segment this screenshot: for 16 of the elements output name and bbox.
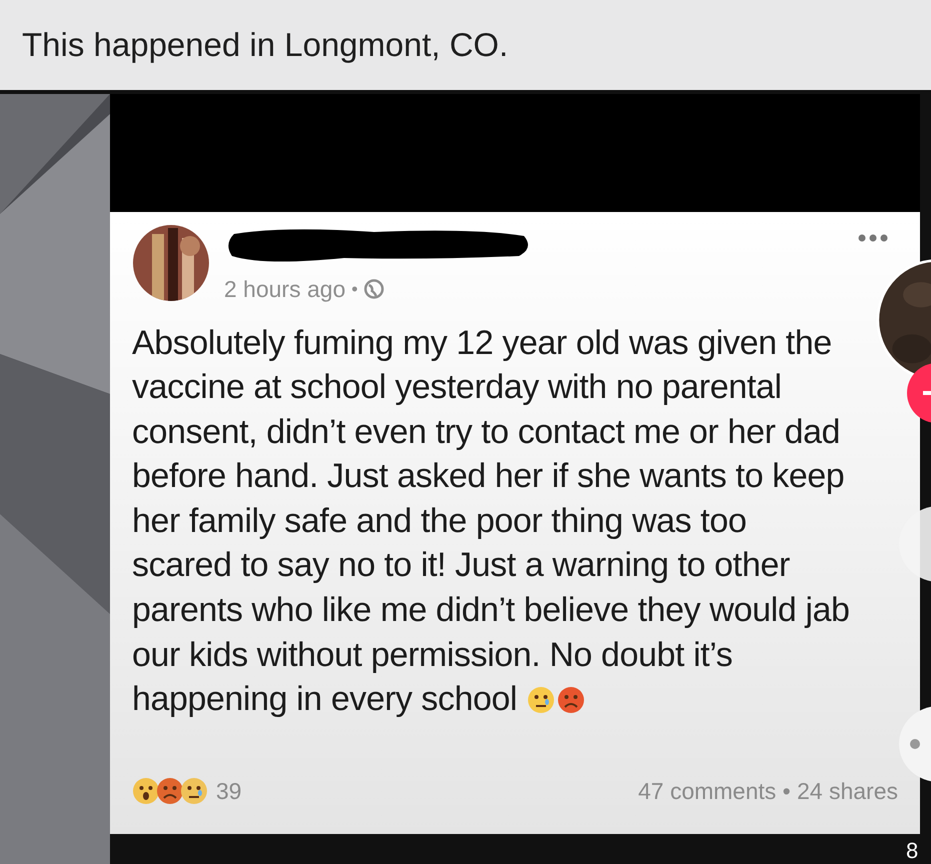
title-text: This happened in Longmont, CO. [22,25,508,66]
crying-face-icon [180,776,208,805]
counter-text: 8 [906,840,918,862]
post-time: 2 hours ago [224,275,346,304]
surprised-face-icon [132,776,160,805]
post-text-line: happening in every school [132,679,518,720]
more-options-icon[interactable] [858,234,888,242]
comments-shares-link[interactable]: 47 comments • 24 shares [638,774,898,808]
follow-plus-icon[interactable] [906,362,931,424]
angry-face-icon [156,776,184,805]
separator-dot: • [351,278,358,301]
reaction-count[interactable]: 39 [216,774,242,808]
crying-face-icon [527,686,556,714]
globe-icon [364,279,384,300]
side-button[interactable] [897,704,931,784]
angry-face-icon [557,686,586,714]
